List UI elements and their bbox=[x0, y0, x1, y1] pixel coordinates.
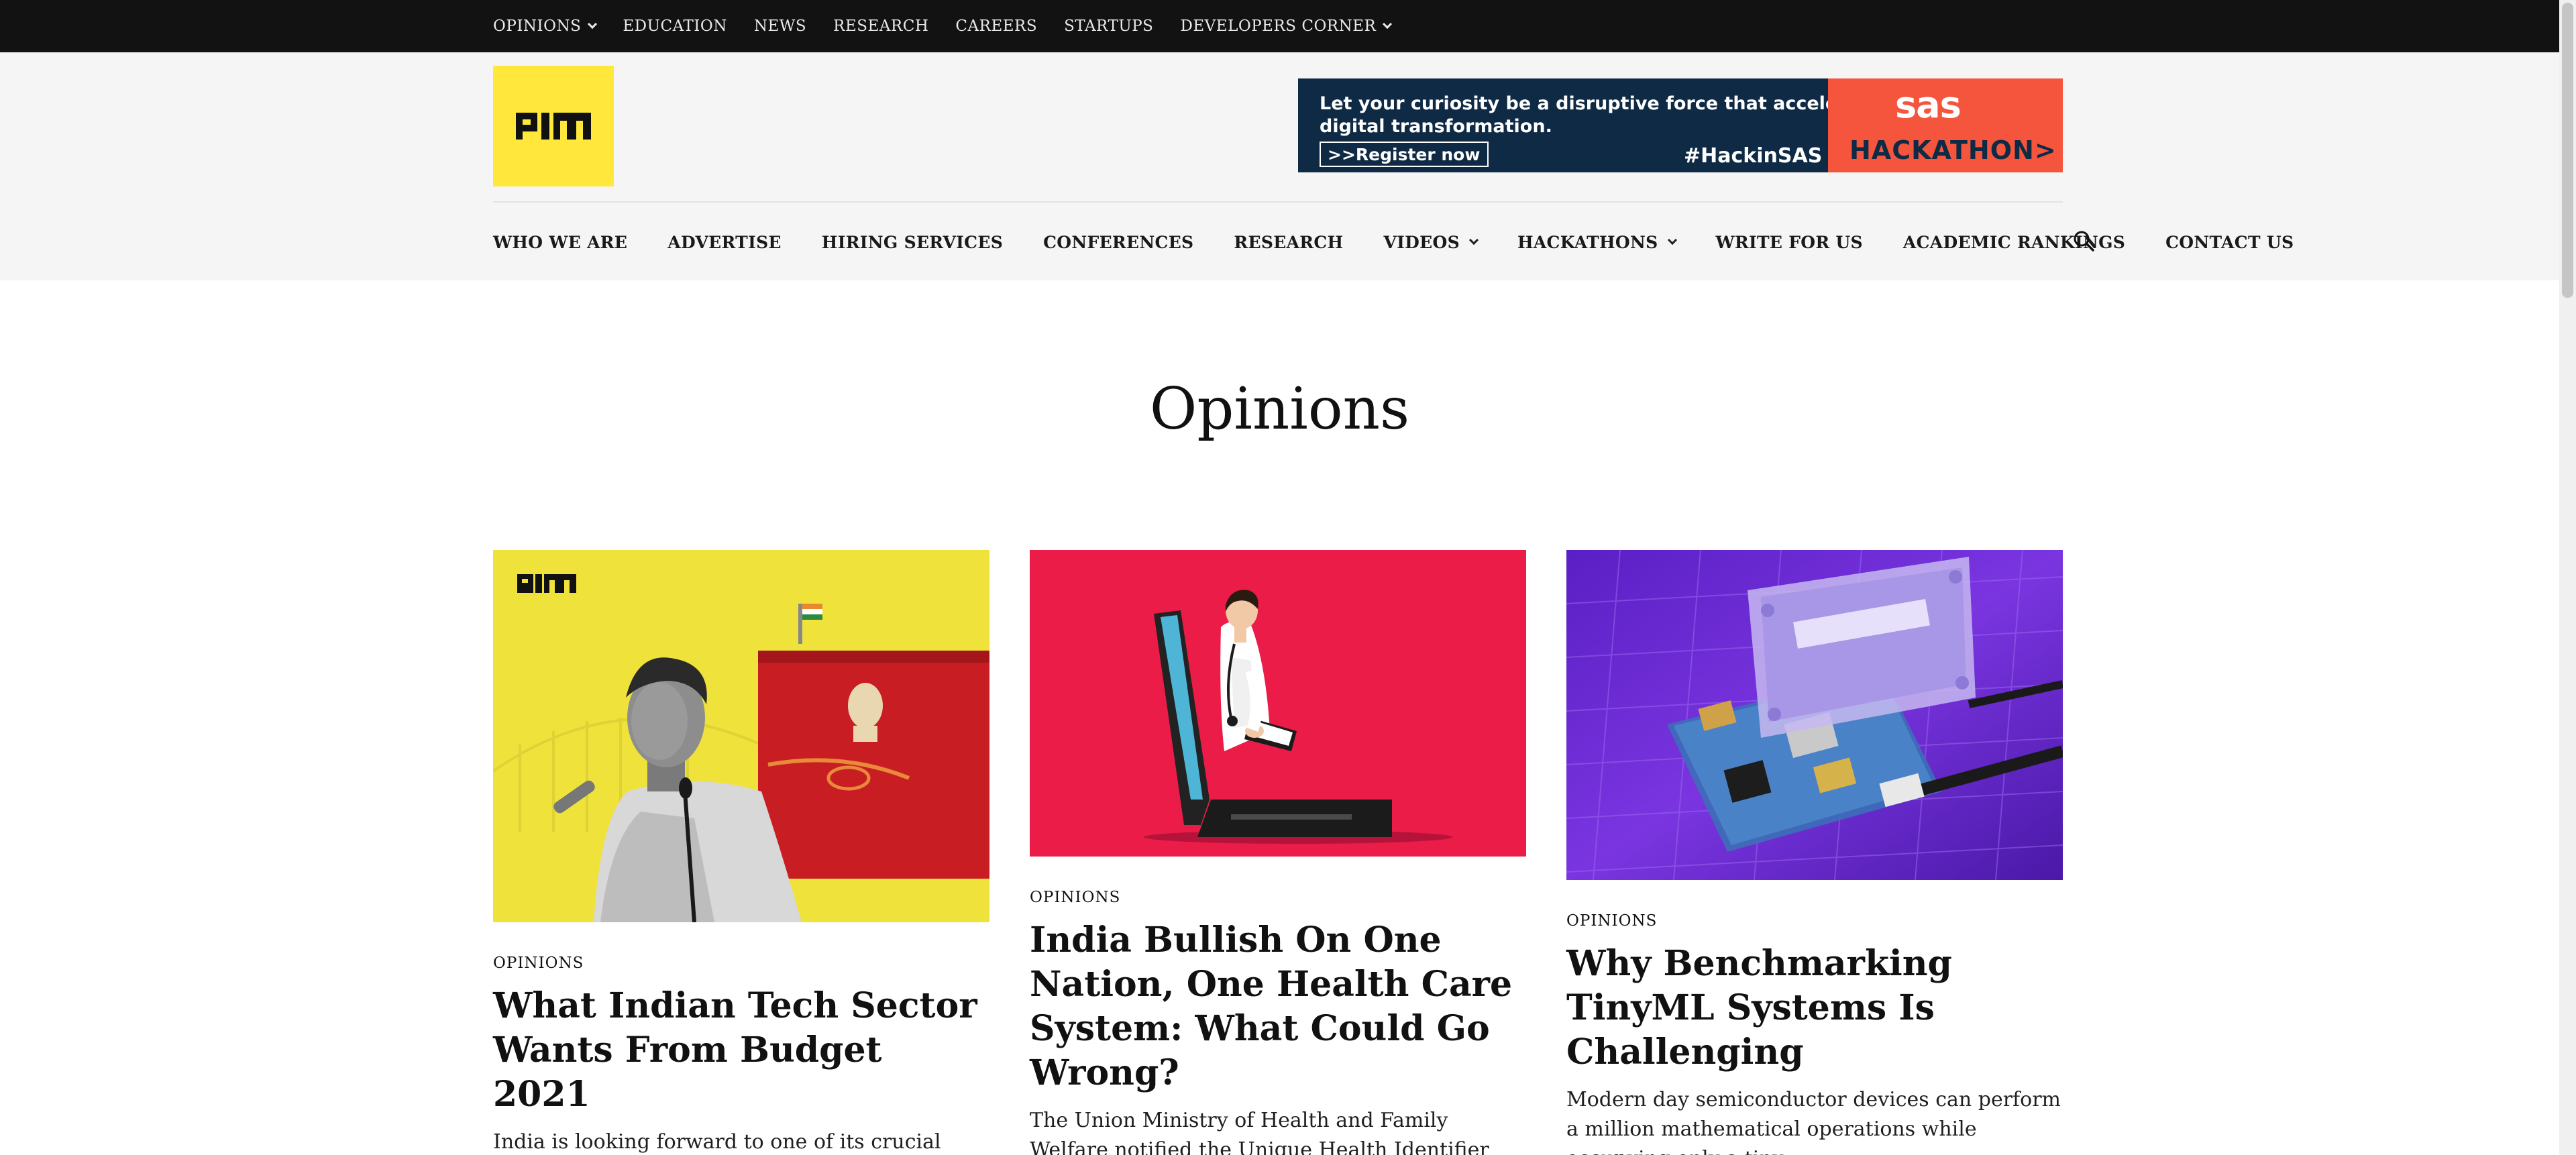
ad-hashtag: #HackinSAS bbox=[1684, 144, 1823, 168]
article-card[interactable]: OPINIONS Why Benchmarking TinyML Systems… bbox=[1566, 550, 2063, 1155]
top-nav-label: EDUCATION bbox=[623, 17, 727, 35]
article-image-budget[interactable] bbox=[493, 550, 989, 922]
sas-hackathon-banner-ad[interactable]: Let your curiosity be a disruptive force… bbox=[1298, 78, 2063, 172]
article-card[interactable]: OPINIONS India Bullish On One Nation, On… bbox=[1030, 550, 1526, 1155]
main-nav-item-advertise[interactable]: ADVERTISE bbox=[667, 233, 782, 252]
main-nav-label: RESEARCH bbox=[1234, 232, 1344, 252]
top-nav: OPINIONS EDUCATION NEWS RESEARCH CAREERS… bbox=[493, 0, 1393, 52]
article-title[interactable]: India Bullish On One Nation, One Health … bbox=[1030, 918, 1526, 1095]
top-nav-item-opinions[interactable]: OPINIONS bbox=[493, 17, 598, 35]
scrollbar-thumb[interactable] bbox=[2562, 3, 2573, 298]
chevron-down-icon bbox=[1667, 235, 1677, 245]
aim-logo-icon bbox=[516, 113, 591, 140]
main-nav-item-videos[interactable]: VIDEOS bbox=[1383, 232, 1479, 252]
top-nav-label: DEVELOPERS CORNER bbox=[1180, 17, 1377, 35]
main-nav: WHO WE ARE ADVERTISE HIRING SERVICES CON… bbox=[493, 203, 2294, 282]
page-title: Opinions bbox=[1149, 376, 1410, 443]
ad-event-name: HACKATHON> bbox=[1849, 135, 2057, 165]
top-nav-item-careers[interactable]: CAREERS bbox=[955, 17, 1037, 35]
article-title[interactable]: What Indian Tech Sector Wants From Budge… bbox=[493, 984, 989, 1117]
top-nav-item-startups[interactable]: STARTUPS bbox=[1064, 17, 1153, 35]
main-nav-label: CONFERENCES bbox=[1043, 232, 1194, 252]
main-nav-label: VIDEOS bbox=[1383, 232, 1460, 252]
main-nav-item-write-for-us[interactable]: WRITE FOR US bbox=[1716, 233, 1863, 252]
article-image-health[interactable] bbox=[1030, 550, 1526, 857]
article-category[interactable]: OPINIONS bbox=[493, 954, 989, 972]
top-nav-item-developers-corner[interactable]: DEVELOPERS CORNER bbox=[1180, 17, 1393, 35]
article-excerpt: India is looking forward to one of its c… bbox=[493, 1130, 941, 1154]
main-nav-item-who-we-are[interactable]: WHO WE ARE bbox=[493, 233, 627, 252]
main-nav-label: ADVERTISE bbox=[667, 232, 782, 252]
main-nav-item-research[interactable]: RESEARCH bbox=[1234, 233, 1343, 252]
main-nav-item-hiring-services[interactable]: HIRING SERVICES bbox=[822, 233, 1003, 252]
sas-logo: sas bbox=[1895, 84, 1962, 126]
main-nav-item-conferences[interactable]: CONFERENCES bbox=[1043, 233, 1193, 252]
ad-headline-line-2: digital transformation. bbox=[1320, 116, 1552, 137]
main-nav-item-contact-us[interactable]: CONTACT US bbox=[2165, 233, 2294, 252]
ad-brand-panel: sas HACKATHON> bbox=[1828, 78, 2063, 172]
article-category[interactable]: OPINIONS bbox=[1030, 889, 1526, 906]
top-nav-item-education[interactable]: EDUCATION bbox=[623, 17, 727, 35]
circuit-board-photo bbox=[1566, 550, 2063, 880]
main-nav-label: WHO WE ARE bbox=[493, 232, 628, 252]
top-bar: OPINIONS EDUCATION NEWS RESEARCH CAREERS… bbox=[0, 0, 2559, 52]
search-icon[interactable] bbox=[2072, 229, 2095, 252]
main-nav-label: CONTACT US bbox=[2165, 232, 2294, 252]
main-nav-label: HIRING SERVICES bbox=[821, 232, 1004, 252]
chevron-down-icon bbox=[588, 19, 598, 30]
top-nav-label: OPINIONS bbox=[493, 17, 582, 35]
top-nav-item-research[interactable]: RESEARCH bbox=[833, 17, 928, 35]
main-nav-label: HACKATHONS bbox=[1517, 232, 1658, 252]
top-nav-label: RESEARCH bbox=[833, 17, 929, 35]
article-category[interactable]: OPINIONS bbox=[1566, 912, 2063, 930]
site-header: Let your curiosity be a disruptive force… bbox=[0, 52, 2559, 280]
top-nav-label: CAREERS bbox=[955, 17, 1038, 35]
page-scrollbar[interactable] bbox=[2559, 0, 2576, 1155]
doctor-illustration bbox=[1030, 550, 1526, 857]
top-nav-label: STARTUPS bbox=[1064, 17, 1154, 35]
site-logo[interactable] bbox=[493, 66, 614, 186]
article-card[interactable]: OPINIONS What Indian Tech Sector Wants F… bbox=[493, 550, 989, 1155]
ad-headline-line-1: Let your curiosity be a disruptive force… bbox=[1320, 93, 1891, 114]
article-title[interactable]: Why Benchmarking TinyML Systems Is Chall… bbox=[1566, 942, 2063, 1075]
article-image-tinyml[interactable] bbox=[1566, 550, 2063, 880]
main-nav-item-hackathons[interactable]: HACKATHONS bbox=[1517, 232, 1677, 252]
chevron-down-icon bbox=[1383, 19, 1393, 30]
article-excerpt: The Union Ministry of Health and Family … bbox=[1030, 1109, 1489, 1155]
ad-register-button[interactable]: >>Register now bbox=[1320, 142, 1489, 167]
budget-photo-illustration bbox=[493, 550, 989, 922]
article-excerpt: Modern day semiconductor devices can per… bbox=[1566, 1088, 2061, 1155]
top-nav-item-news[interactable]: NEWS bbox=[754, 17, 806, 35]
top-nav-label: NEWS bbox=[753, 17, 807, 35]
main-nav-label: WRITE FOR US bbox=[1715, 232, 1863, 252]
chevron-down-icon bbox=[1468, 235, 1479, 245]
